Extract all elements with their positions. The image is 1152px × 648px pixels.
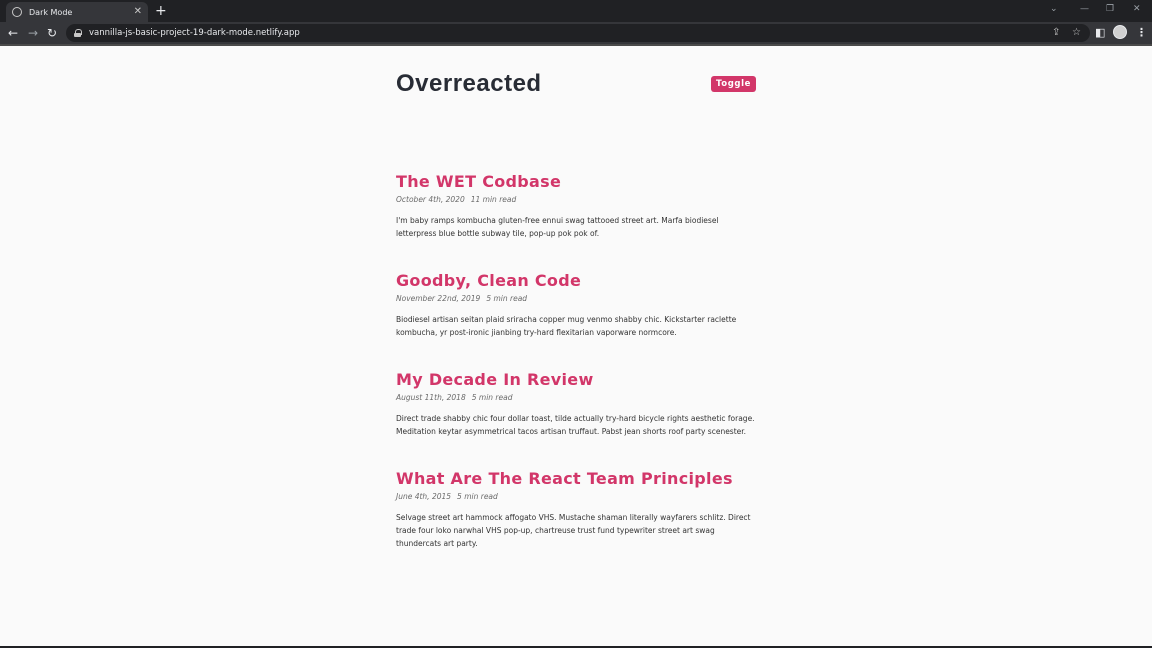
share-icon[interactable]: ⇪ [1052, 27, 1060, 39]
toolbar-divider [0, 44, 1152, 46]
browser-tab-bar: Dark Mode ✕ + ⌄ — ❐ ✕ [0, 0, 1152, 22]
globe-icon [12, 7, 22, 17]
arrow-left-icon[interactable]: ← [8, 25, 18, 41]
kebab-menu-icon[interactable]: ⋮ [1136, 25, 1147, 41]
lock-icon[interactable] [74, 29, 82, 37]
star-icon[interactable]: ☆ [1072, 27, 1081, 39]
site-title: Overreacted [396, 70, 542, 97]
window-close-icon[interactable]: ✕ [1133, 2, 1141, 16]
post-item: The WET Codbase October 4th, 2020 11 min … [396, 172, 758, 240]
browser-toolbar: ← → ↻ vannilla-js-basic-project-19-dark-… [0, 22, 1152, 44]
post-meta: August 11th, 2018 5 min read [396, 392, 758, 404]
close-icon[interactable]: ✕ [134, 7, 142, 17]
post-title[interactable]: What Are The React Team Principles [396, 469, 758, 489]
post-excerpt: Selvage street art hammock affogato VHS.… [396, 513, 751, 548]
tab-title: Dark Mode [29, 7, 73, 17]
post-excerpt: I'm baby ramps kombucha gluten-free ennu… [396, 216, 719, 238]
post-excerpt: Direct trade shabby chic four dollar toa… [396, 414, 755, 436]
post-item: What Are The React Team Principles June … [396, 469, 758, 550]
post-meta: October 4th, 2020 11 min read [396, 194, 758, 206]
post-date: November 22nd, 2019 [396, 294, 481, 303]
url-text[interactable]: vannilla-js-basic-project-19-dark-mode.n… [89, 28, 300, 38]
minimize-icon[interactable]: — [1080, 2, 1089, 16]
post-read-time: 5 min read [486, 294, 528, 303]
arrow-right-icon[interactable]: → [28, 25, 38, 41]
toggle-theme-button[interactable]: Toggle [711, 76, 756, 92]
post-title[interactable]: The WET Codbase [396, 172, 758, 192]
post-date: August 11th, 2018 [396, 393, 466, 402]
post-read-time: 5 min read [471, 393, 513, 402]
chevron-down-icon[interactable]: ⌄ [1050, 2, 1058, 16]
address-bar[interactable]: vannilla-js-basic-project-19-dark-mode.n… [66, 24, 1090, 42]
post-title[interactable]: Goodby, Clean Code [396, 271, 758, 291]
post-excerpt: Biodiesel artisan seitan plaid sriracha … [396, 315, 737, 337]
post-item: My Decade In Review August 11th, 2018 5 m… [396, 370, 758, 438]
post-date: October 4th, 2020 [396, 195, 465, 204]
restore-icon[interactable]: ❐ [1106, 2, 1114, 16]
new-tab-button[interactable]: + [155, 2, 167, 20]
reload-icon[interactable]: ↻ [47, 25, 57, 41]
post-title[interactable]: My Decade In Review [396, 370, 758, 390]
avatar[interactable] [1113, 25, 1127, 39]
post-meta: June 4th, 2015 5 min read [396, 491, 758, 503]
post-meta: November 22nd, 2019 5 min read [396, 293, 758, 305]
browser-tab[interactable]: Dark Mode ✕ [6, 2, 148, 22]
post-read-time: 5 min read [457, 492, 498, 501]
post-date: June 4th, 2015 [396, 492, 452, 501]
post-item: Goodby, Clean Code November 22nd, 2019 5 … [396, 271, 758, 339]
side-panel-icon[interactable]: ◧ [1095, 25, 1105, 41]
post-read-time: 11 min read [470, 195, 517, 204]
